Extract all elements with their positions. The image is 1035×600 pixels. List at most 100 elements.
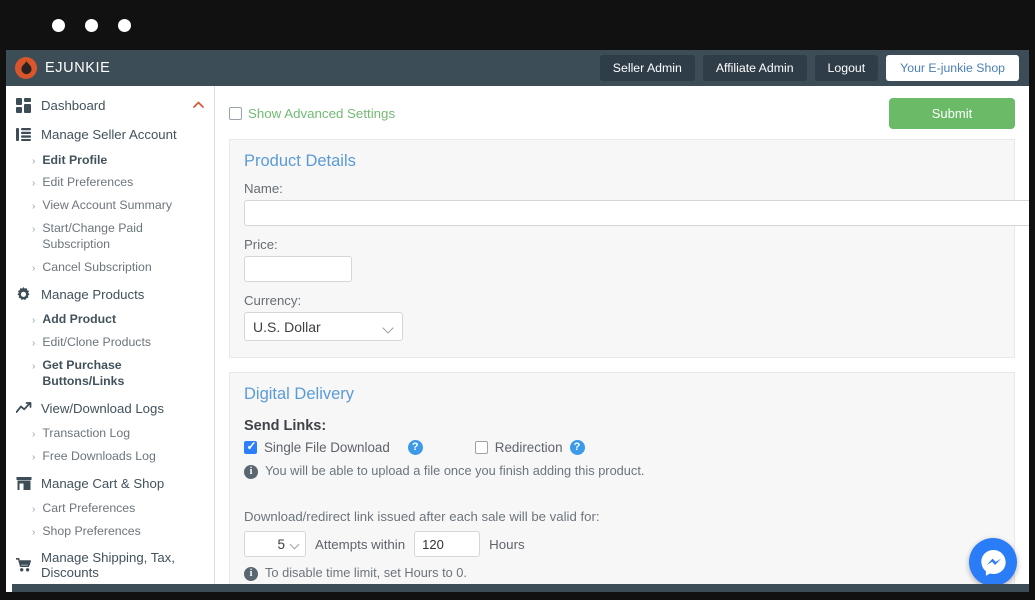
storefront-icon — [15, 475, 32, 492]
submit-button[interactable]: Submit — [889, 98, 1015, 129]
currency-select-wrap: U.S. Dollar — [244, 312, 403, 341]
chevron-right-icon: › — [32, 504, 36, 516]
sidebar-group-label: View/Download Logs — [41, 400, 164, 416]
attempts-select[interactable]: 5 — [244, 531, 306, 557]
window-dot-1[interactable] — [52, 18, 65, 32]
sidebar-item-edit-preferences[interactable]: › Edit Preferences — [6, 172, 214, 195]
main-content: Show Advanced Settings Submit Product De… — [215, 86, 1029, 592]
chevron-right-icon: › — [32, 178, 36, 190]
sidebar-item-free-downloads-log[interactable]: › Free Downloads Log — [6, 446, 214, 469]
chevron-right-icon: › — [32, 429, 36, 441]
single-file-help-icon[interactable]: ? — [407, 440, 423, 455]
browser-window: EJUNKIE Seller Admin Affiliate Admin Log… — [0, 0, 1035, 600]
digital-delivery-title: Digital Delivery — [244, 385, 355, 403]
nav-seller-admin[interactable]: Seller Admin — [599, 54, 695, 82]
product-name-input[interactable] — [244, 200, 1029, 226]
shopping-cart-icon — [15, 556, 32, 573]
sidebar-item-view-account-summary[interactable]: › View Account Summary — [6, 195, 214, 218]
sidebar-item-start-change-paid-subscription[interactable]: › Start/Change Paid Subscription — [6, 218, 214, 257]
sidebar-item-label: Free Downloads Log — [42, 449, 156, 464]
sidebar-item-label: Cart Preferences — [42, 501, 136, 516]
show-advanced-settings-checkbox[interactable] — [229, 107, 242, 120]
sidebar-item-label: Shop Preferences — [42, 524, 141, 539]
ejunkie-flame-logo-icon — [15, 57, 37, 79]
sidebar-group-manage-products[interactable]: Manage Products — [6, 280, 214, 309]
sidebar-item-label: Edit Preferences — [42, 175, 134, 190]
chevron-up-icon[interactable] — [193, 100, 204, 111]
sidebar-group-label: Manage Products — [41, 286, 145, 302]
sidebar-group-dashboard[interactable]: Dashboard — [6, 91, 214, 120]
nav-logout[interactable]: Logout — [814, 54, 879, 82]
sidebar-item-label: Get Purchase Buttons/Links — [42, 358, 125, 389]
name-label: Name: — [244, 181, 283, 196]
single-file-download-checkbox[interactable] — [244, 440, 257, 454]
chevron-right-icon: › — [32, 527, 36, 539]
sidebar-item-label: Cancel Subscription — [42, 260, 152, 275]
sidebar-item-label: Edit Profile — [42, 152, 108, 167]
toolbar: Show Advanced Settings Submit — [215, 86, 1029, 139]
attempts-select-wrap: 5 — [244, 531, 306, 557]
chevron-right-icon: › — [32, 263, 36, 275]
sidebar-group-manage-shipping-tax-discounts[interactable]: Manage Shipping, Tax, Discounts — [6, 544, 214, 586]
link-validity-label: Download/redirect link issued after each… — [244, 509, 600, 524]
time-limit-note: i To disable time limit, set Hours to 0. — [244, 565, 1000, 581]
grid-icon — [15, 97, 32, 114]
link-validity-controls: 5 Attempts within Hours — [244, 531, 1000, 557]
upload-note-text: You will be able to upload a file once y… — [265, 463, 645, 478]
info-icon: i — [244, 567, 258, 581]
product-details-title: Product Details — [244, 152, 356, 170]
chevron-right-icon: › — [32, 338, 36, 350]
sidebar-item-cart-preferences[interactable]: › Cart Preferences — [6, 498, 214, 521]
chart-line-icon — [15, 400, 32, 417]
gear-icon — [15, 286, 32, 303]
sidebar-group-label: Manage Shipping, Tax, Discounts — [41, 549, 175, 580]
sidebar-item-label: Add Product — [42, 312, 117, 327]
redirection-checkbox[interactable] — [474, 441, 488, 454]
sidebar-item-edit-clone-products[interactable]: › Edit/Clone Products — [6, 332, 214, 355]
sidebar-item-edit-profile[interactable]: › Edit Profile — [6, 149, 214, 172]
nav-affiliate-admin[interactable]: Affiliate Admin — [702, 54, 807, 82]
info-icon: i — [244, 465, 258, 479]
redirection-option[interactable]: Redirection — [474, 440, 563, 455]
redirection-help-icon[interactable]: ? — [569, 440, 585, 455]
digital-delivery-panel: Digital Delivery Send Links: Single File… — [229, 372, 1015, 592]
product-price-input[interactable] — [244, 256, 352, 282]
brand[interactable]: EJUNKIE — [15, 57, 110, 79]
sidebar-item-label: Transaction Log — [42, 426, 131, 441]
window-titlebar — [0, 0, 1035, 50]
sidebar-group-label: Manage Seller Account — [41, 127, 177, 142]
sidebar-group-manage-seller-account[interactable]: Manage Seller Account — [6, 120, 214, 149]
attempts-within-label: Attempts within — [315, 536, 406, 552]
window-dot-3[interactable] — [118, 18, 131, 32]
chevron-right-icon: › — [32, 201, 36, 213]
single-file-download-label: Single File Download — [264, 440, 390, 455]
header-nav: Seller Admin Affiliate Admin Logout Your… — [599, 54, 1019, 82]
currency-select[interactable]: U.S. Dollar — [244, 312, 403, 341]
product-details-panel: Product Details Name: Price: Currency: U… — [229, 139, 1029, 358]
sidebar: Dashboard Manage Seller Account › Edit P… — [6, 86, 215, 592]
sidebar-item-transaction-log[interactable]: › Transaction Log — [6, 423, 214, 446]
send-links-options: Single File Download ? Redirection ? — [244, 440, 1000, 455]
chevron-right-icon: › — [32, 361, 36, 373]
window-dot-2[interactable] — [85, 18, 98, 32]
redirection-label: Redirection — [494, 440, 563, 455]
time-limit-note-text: To disable time limit, set Hours to 0. — [265, 565, 467, 580]
messenger-chat-button[interactable] — [969, 538, 1017, 586]
brand-name: EJUNKIE — [45, 60, 111, 76]
sidebar-group-view-download-logs[interactable]: View/Download Logs — [6, 394, 214, 423]
show-advanced-settings-label: Show Advanced Settings — [248, 106, 396, 121]
single-file-download-option[interactable]: Single File Download — [244, 440, 390, 455]
nav-your-ejunkie-shop[interactable]: Your E-junkie Shop — [886, 54, 1019, 82]
send-links-label: Send Links: — [244, 418, 327, 434]
sidebar-item-add-product[interactable]: › Add Product — [6, 309, 214, 332]
sidebar-item-cancel-subscription[interactable]: › Cancel Subscription — [6, 257, 214, 280]
hours-input[interactable] — [414, 531, 481, 557]
show-advanced-settings-toggle[interactable]: Show Advanced Settings — [229, 106, 395, 121]
sidebar-group-label: Dashboard — [41, 98, 106, 113]
page-bottom-bar — [12, 584, 1029, 592]
sidebar-group-manage-cart-shop[interactable]: Manage Cart & Shop — [6, 469, 214, 498]
app-header: EJUNKIE Seller Admin Affiliate Admin Log… — [6, 50, 1029, 86]
sidebar-item-label: Edit/Clone Products — [42, 335, 152, 350]
sidebar-item-get-purchase-buttons-links[interactable]: › Get Purchase Buttons/Links — [6, 355, 214, 394]
sidebar-item-shop-preferences[interactable]: › Shop Preferences — [6, 521, 214, 544]
